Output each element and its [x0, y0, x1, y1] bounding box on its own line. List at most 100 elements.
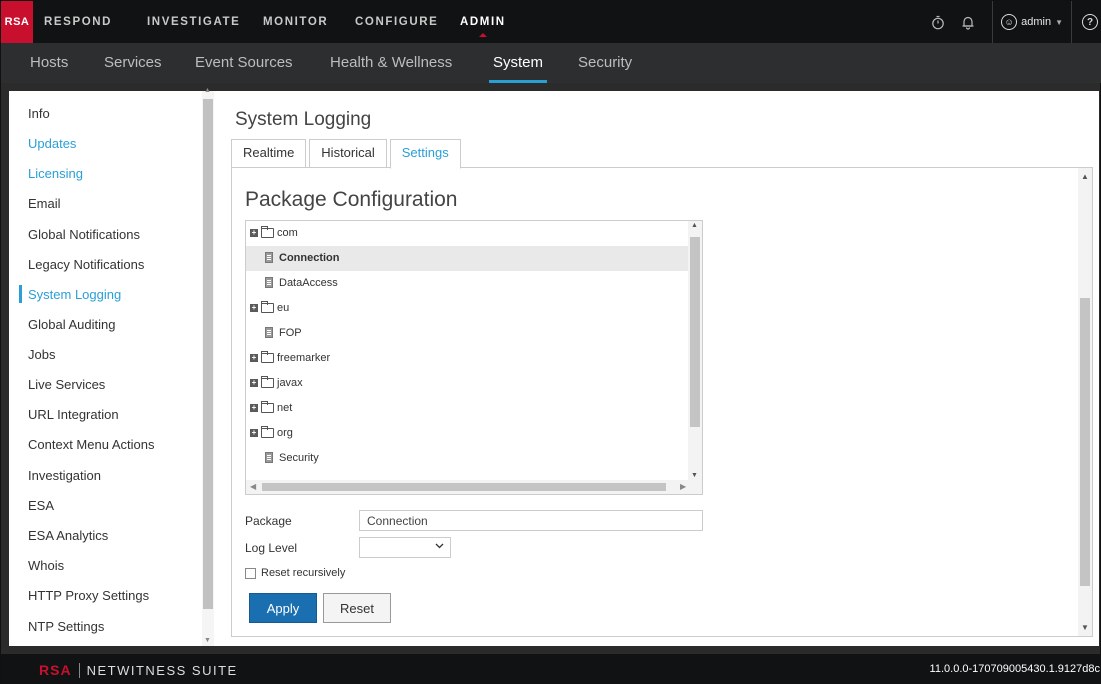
- nav-admin[interactable]: ADMIN: [460, 1, 506, 43]
- panel-scroll-thumb[interactable]: [1080, 298, 1090, 586]
- footer-suite-name: NETWITNESS SUITE: [86, 662, 238, 678]
- rsa-logo: RSA: [1, 1, 33, 43]
- username: admin: [1021, 16, 1052, 28]
- package-label: Package: [245, 514, 292, 528]
- tab-realtime[interactable]: Realtime: [231, 139, 307, 167]
- sidebar-item-updates[interactable]: Updates: [28, 136, 76, 151]
- sidebar-item-whois[interactable]: Whois: [28, 558, 64, 573]
- tree-node-connection[interactable]: Connection: [246, 246, 688, 271]
- sidebar-item-jobs[interactable]: Jobs: [28, 347, 55, 362]
- scroll-up-icon[interactable]: ▲: [691, 222, 698, 229]
- nav-respond[interactable]: RESPOND: [44, 1, 112, 43]
- sidebar-item-live-services[interactable]: Live Services: [28, 377, 105, 392]
- sidebar-item-url-integration[interactable]: URL Integration: [28, 407, 119, 422]
- nav-investigate[interactable]: INVESTIGATE: [147, 1, 240, 43]
- expand-icon[interactable]: +: [250, 304, 258, 312]
- sidebar-item-esa-analytics[interactable]: ESA Analytics: [28, 528, 108, 543]
- sidebar-item-context-menu-actions[interactable]: Context Menu Actions: [28, 437, 154, 452]
- sidebar-item-ntp-settings[interactable]: NTP Settings: [28, 619, 104, 634]
- stopwatch-icon[interactable]: [926, 10, 950, 34]
- sidebar-scrollbar[interactable]: ▲ ▼: [202, 87, 214, 646]
- admin-subnav: Hosts Services Event Sources Health & We…: [1, 43, 1101, 83]
- tree-node-net[interactable]: + net: [246, 396, 688, 421]
- tab-settings[interactable]: Settings: [389, 139, 461, 169]
- sidebar-item-global-notifications[interactable]: Global Notifications: [28, 227, 140, 242]
- tree-node-eu[interactable]: + eu: [246, 296, 688, 321]
- folder-icon: [261, 226, 274, 238]
- tree-hscroll-thumb[interactable]: [262, 483, 666, 491]
- subnav-system[interactable]: System: [488, 43, 548, 83]
- expand-icon[interactable]: +: [250, 429, 258, 437]
- tree-node-label: com: [277, 227, 298, 239]
- apply-button[interactable]: Apply: [249, 593, 317, 623]
- header-actions: ☺ admin ▼ ?: [926, 1, 1101, 43]
- tree-node-freemarker[interactable]: + freemarker: [246, 346, 688, 371]
- sidebar-item-global-auditing[interactable]: Global Auditing: [28, 317, 115, 332]
- scroll-left-icon[interactable]: ◀: [250, 482, 256, 491]
- reset-button[interactable]: Reset: [323, 593, 391, 623]
- footer-divider: [78, 662, 80, 678]
- subnav-health-wellness[interactable]: Health & Wellness: [330, 43, 452, 83]
- expand-icon[interactable]: +: [250, 229, 258, 237]
- expand-icon[interactable]: +: [250, 354, 258, 362]
- nav-configure[interactable]: CONFIGURE: [355, 1, 438, 43]
- subnav-security[interactable]: Security: [578, 43, 632, 83]
- file-icon: [265, 277, 273, 288]
- settings-panel: Package Configuration + com Connection D…: [231, 167, 1093, 637]
- sidebar-item-investigation[interactable]: Investigation: [28, 468, 101, 483]
- tree-node-security[interactable]: Security: [246, 446, 688, 471]
- tree-node-org[interactable]: + org: [246, 421, 688, 446]
- tree-node-dataaccess[interactable]: DataAccess: [246, 271, 688, 296]
- sidebar-item-esa[interactable]: ESA: [28, 498, 54, 513]
- tree-node-label: net: [277, 402, 293, 414]
- reset-recursively-row[interactable]: Reset recursively: [245, 567, 345, 579]
- page-title: System Logging: [235, 109, 372, 130]
- file-icon: [265, 252, 273, 263]
- tree-node-label: Connection: [279, 252, 340, 264]
- scroll-up-icon[interactable]: ▲: [204, 87, 211, 94]
- subnav-services[interactable]: Services: [104, 43, 162, 83]
- expand-icon[interactable]: +: [250, 379, 258, 387]
- subnav-event-sources[interactable]: Event Sources: [195, 43, 293, 83]
- netwitness-logo: RSA NETWITNESS SUITE: [39, 662, 238, 678]
- sidebar-item-licensing[interactable]: Licensing: [28, 166, 83, 181]
- user-menu[interactable]: ☺ admin ▼: [992, 1, 1072, 43]
- tree-vertical-scrollbar[interactable]: ▲ ▼: [688, 221, 702, 480]
- bell-icon[interactable]: [956, 10, 980, 34]
- tree-node-javax[interactable]: + javax: [246, 371, 688, 396]
- scroll-down-icon[interactable]: ▼: [1081, 623, 1089, 632]
- footer-rsa-logo: RSA: [39, 662, 72, 678]
- folder-icon: [261, 301, 274, 313]
- section-title: Package Configuration: [245, 188, 458, 211]
- tree-node-label: FOP: [279, 327, 302, 339]
- file-icon: [265, 452, 273, 463]
- tree-scroll-thumb[interactable]: [690, 237, 700, 427]
- reset-recursively-label: Reset recursively: [261, 567, 346, 579]
- sidebar-item-info[interactable]: Info: [28, 106, 50, 121]
- panel-scrollbar[interactable]: ▲ ▼: [1078, 168, 1092, 636]
- log-level-select[interactable]: [359, 537, 451, 558]
- tree-node-label: eu: [277, 302, 290, 314]
- tab-historical[interactable]: Historical: [309, 139, 387, 167]
- scroll-down-icon[interactable]: ▼: [691, 472, 698, 479]
- tree-horizontal-scrollbar[interactable]: ◀ ▶: [246, 480, 702, 494]
- main-content: System Logging Realtime Historical Setti…: [231, 91, 1099, 646]
- sidebar-item-http-proxy-settings[interactable]: HTTP Proxy Settings: [28, 588, 149, 603]
- subnav-hosts[interactable]: Hosts: [30, 43, 68, 83]
- help-icon[interactable]: ?: [1082, 14, 1098, 30]
- scroll-right-icon[interactable]: ▶: [680, 482, 686, 491]
- scroll-down-icon[interactable]: ▼: [204, 637, 211, 644]
- sidebar-item-email[interactable]: Email: [28, 196, 61, 211]
- package-input[interactable]: [359, 510, 703, 531]
- sidebar-scroll-thumb[interactable]: [203, 99, 213, 609]
- sidebar-item-legacy-notifications[interactable]: Legacy Notifications: [28, 257, 144, 272]
- tree-node-com[interactable]: + com: [246, 221, 688, 246]
- sidebar-item-system-logging[interactable]: System Logging: [18, 285, 121, 303]
- nav-monitor[interactable]: MONITOR: [263, 1, 328, 43]
- scroll-up-icon[interactable]: ▲: [1081, 172, 1089, 181]
- folder-icon: [261, 376, 274, 388]
- expand-icon[interactable]: +: [250, 404, 258, 412]
- reset-recursively-checkbox[interactable]: [245, 567, 256, 579]
- tree-node-fop[interactable]: FOP: [246, 321, 688, 346]
- system-sidebar: Info Updates Licensing Email Global Noti…: [9, 87, 214, 646]
